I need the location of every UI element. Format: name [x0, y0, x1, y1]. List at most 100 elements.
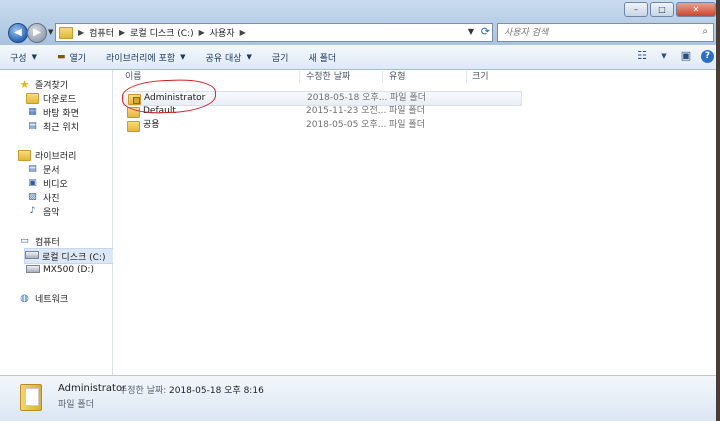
maximize-button[interactable]: □ — [650, 2, 674, 17]
file-row[interactable]: 공용 2018-05-05 오후... 파일 폴더 — [123, 119, 521, 132]
share-with-button[interactable]: 공유 대상 ▼ — [196, 45, 262, 69]
breadcrumb-computer[interactable]: 컴퓨터 — [89, 26, 114, 39]
nav-item-label: 비디오 — [43, 179, 68, 190]
file-type: 파일 폴더 — [390, 93, 426, 103]
forward-arrow-icon: ▶ — [33, 27, 41, 38]
nav-item-recent-places[interactable]: ▤ 최근 위치 — [26, 119, 79, 133]
share-with-label: 공유 대상 — [205, 53, 242, 64]
search-box[interactable]: ⌕ — [497, 23, 714, 42]
breadcrumb-separator-icon[interactable]: ▶ — [199, 28, 205, 37]
back-arrow-icon: ◀ — [14, 27, 22, 38]
column-header-name[interactable]: 이름 — [125, 70, 142, 84]
back-button[interactable]: ◀ — [8, 23, 28, 43]
details-type: 파일 폴더 — [58, 400, 94, 410]
change-view-icon[interactable]: ☷ — [635, 49, 649, 63]
chevron-down-icon: ▼ — [180, 53, 186, 61]
details-name: Administrator — [58, 383, 127, 394]
desktop-background-edge — [716, 0, 720, 421]
minimize-button[interactable]: – — [624, 2, 648, 17]
include-in-library-button[interactable]: 라이브러리에 포함 ▼ — [96, 45, 196, 69]
nav-computer[interactable]: ▭ 컴퓨터 — [18, 234, 60, 248]
file-modified: 2018-05-18 오후... — [307, 93, 388, 103]
details-pane: Administrator 수정한 날짜: 2018-05-18 오후 8:16… — [0, 375, 720, 421]
folder-icon — [59, 26, 73, 39]
breadcrumb-separator-icon[interactable]: ▶ — [78, 28, 84, 37]
nav-libraries-label: 라이브러리 — [35, 151, 77, 162]
view-dropdown-icon[interactable]: ▼ — [657, 49, 671, 63]
nav-item-documents[interactable]: ▤ 문서 — [26, 162, 60, 176]
burn-button[interactable]: 굽기 — [262, 45, 299, 69]
nav-item-label: 바탕 화면 — [43, 108, 79, 119]
breadcrumb-local-disk[interactable]: 로컬 디스크 (C:) — [130, 26, 193, 39]
organize-button[interactable]: 구성 ▼ — [0, 45, 47, 69]
breadcrumb-users[interactable]: 사용자 — [210, 26, 235, 39]
nav-libraries[interactable]: 라이브러리 — [18, 148, 76, 162]
nav-item-label: 다운로드 — [43, 94, 77, 105]
computer-icon: ▭ — [20, 235, 29, 246]
address-bar[interactable]: ▶ 컴퓨터 ▶ 로컬 디스크 (C:) ▶ 사용자 ▶ ▼ ⟳ — [55, 23, 493, 42]
column-header-size[interactable]: 크기 — [472, 70, 489, 84]
preview-pane-icon[interactable]: ▣ — [679, 49, 693, 63]
nav-item-mx500[interactable]: MX500 (D:) — [26, 263, 94, 277]
column-divider[interactable] — [299, 71, 300, 83]
nav-favorites-label: 즐겨찾기 — [35, 80, 69, 91]
details-modified-label: 수정한 날짜: — [119, 386, 167, 396]
burn-label: 굽기 — [271, 53, 289, 64]
recent-pages-dropdown-icon[interactable]: ▼ — [48, 28, 53, 36]
downloads-folder-icon — [26, 92, 39, 104]
music-icon: ♪ — [29, 205, 36, 216]
nav-item-pictures[interactable]: ▨ 사진 — [26, 190, 60, 204]
navigation-pane: ★ 즐겨찾기 다운로드 ▦ 바탕 화면 ▤ 최근 위치 라이브러리 ▤ 문서 ▣… — [0, 70, 114, 375]
column-header-modified[interactable]: 수정한 날짜 — [306, 70, 350, 84]
nav-item-local-disk[interactable]: 로컬 디스크 (C:) — [24, 248, 114, 264]
nav-item-label: 최근 위치 — [43, 122, 79, 133]
open-label: 열기 — [69, 53, 87, 64]
drive-icon — [26, 264, 40, 276]
chevron-down-icon: ▼ — [246, 53, 252, 61]
breadcrumb-separator-icon[interactable]: ▶ — [119, 28, 125, 37]
command-bar: 구성 ▼ ▬ 열기 라이브러리에 포함 ▼ 공유 대상 ▼ 굽기 새 폴더 ☷ … — [0, 45, 720, 70]
videos-icon: ▣ — [28, 177, 37, 188]
nav-computer-label: 컴퓨터 — [35, 237, 60, 248]
forward-button[interactable]: ▶ — [27, 23, 47, 43]
network-icon: ◍ — [20, 292, 29, 304]
nav-item-music[interactable]: ♪ 음악 — [26, 204, 60, 218]
refresh-icon[interactable]: ⟳ — [481, 25, 490, 38]
nav-item-videos[interactable]: ▣ 비디오 — [26, 176, 68, 190]
file-type: 파일 폴더 — [389, 120, 425, 130]
nav-item-label: 문서 — [43, 165, 60, 176]
nav-item-label: 로컬 디스크 (C:) — [42, 252, 106, 263]
nav-network[interactable]: ◍ 네트워크 — [18, 291, 68, 305]
address-dropdown-icon[interactable]: ▼ — [468, 27, 474, 36]
chevron-down-icon: ▼ — [31, 53, 37, 61]
file-modified: 2015-11-23 오전... — [306, 106, 387, 116]
pictures-icon: ▨ — [28, 191, 37, 202]
breadcrumb-separator-icon[interactable]: ▶ — [240, 28, 246, 37]
title-bar: – □ ✕ ◀ ▶ ▼ ▶ 컴퓨터 ▶ 로컬 디스크 (C:) ▶ 사용자 ▶ … — [0, 0, 720, 45]
nav-item-label: 음악 — [43, 207, 60, 218]
open-button[interactable]: ▬ 열기 — [47, 45, 96, 69]
nav-network-label: 네트워크 — [35, 294, 69, 305]
large-folder-icon — [20, 384, 42, 411]
column-header-type[interactable]: 유형 — [389, 70, 406, 84]
nav-item-label: MX500 (D:) — [43, 265, 94, 275]
file-modified: 2018-05-05 오후... — [306, 120, 387, 130]
search-icon[interactable]: ⌕ — [702, 26, 708, 37]
drive-icon — [25, 250, 39, 262]
nav-item-downloads[interactable]: 다운로드 — [26, 91, 76, 105]
file-type: 파일 폴더 — [389, 106, 425, 116]
nav-item-label: 사진 — [43, 193, 60, 204]
help-icon[interactable]: ? — [701, 49, 714, 63]
new-folder-button[interactable]: 새 폴더 — [298, 45, 346, 69]
nav-favorites[interactable]: ★ 즐겨찾기 — [18, 77, 69, 91]
column-divider[interactable] — [382, 71, 383, 83]
organize-label: 구성 — [10, 53, 27, 64]
explorer-window: – □ ✕ ◀ ▶ ▼ ▶ 컴퓨터 ▶ 로컬 디스크 (C:) ▶ 사용자 ▶ … — [0, 0, 720, 421]
nav-item-desktop[interactable]: ▦ 바탕 화면 — [26, 105, 79, 119]
desktop-icon: ▦ — [28, 106, 37, 117]
new-folder-label: 새 폴더 — [308, 53, 337, 64]
close-button[interactable]: ✕ — [676, 2, 716, 17]
documents-icon: ▤ — [28, 163, 37, 174]
search-input[interactable] — [498, 24, 684, 40]
column-divider[interactable] — [466, 71, 467, 83]
